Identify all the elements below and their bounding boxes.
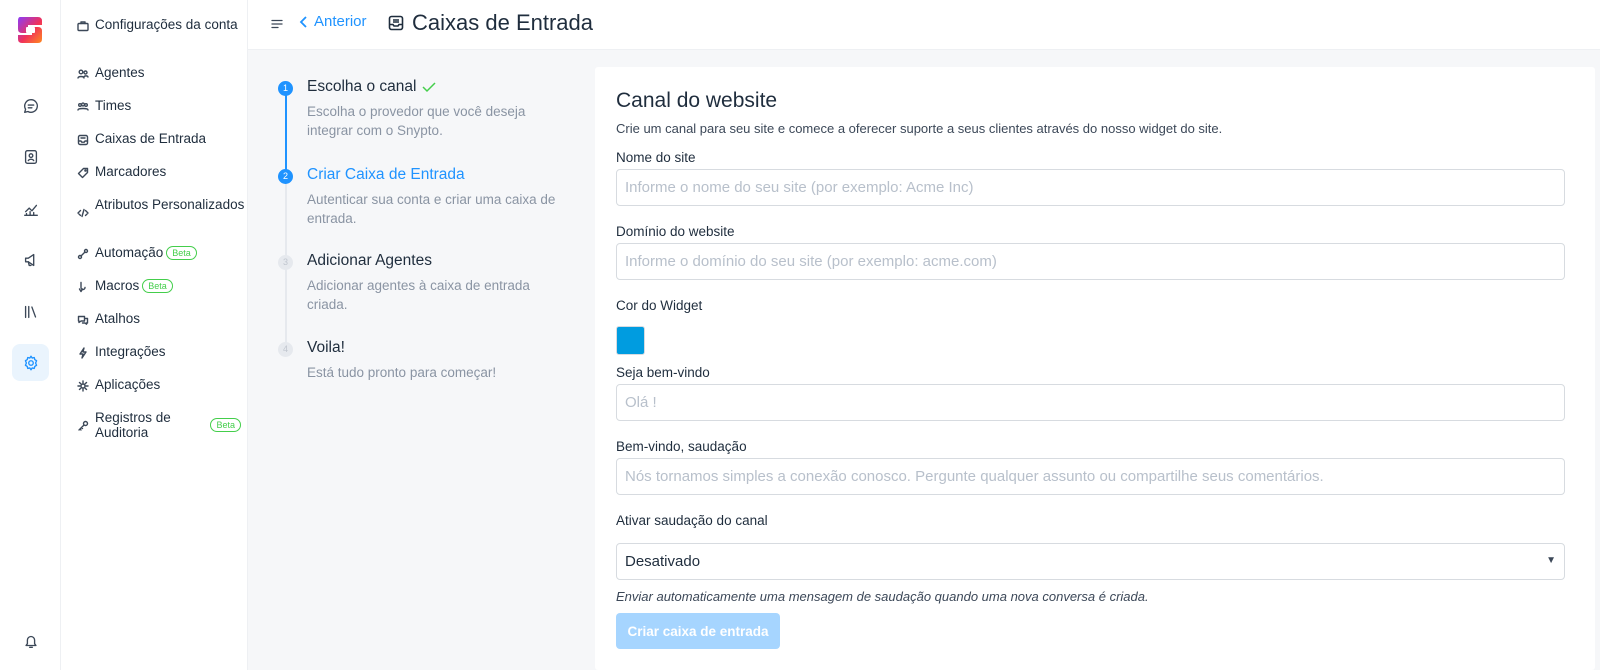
step-description: Está tudo pronto para começar! [307,365,497,380]
domain-label: Domínio do website [616,224,735,239]
back-label: Anterior [314,13,367,30]
reports-icon[interactable] [12,190,49,227]
people-icon [77,67,91,81]
inbox-icon [388,15,404,31]
step-connector [285,268,287,346]
tag-icon [77,166,91,180]
step-description: Adicionar agentes à caixa de entrada cri… [307,278,530,312]
welcome-title-label: Seja bem-vindo [616,365,710,380]
step-title: Adicionar Agentes [307,252,432,269]
code-icon [77,206,91,220]
sidebar-item-labels[interactable]: Marcadores [77,164,245,180]
step-title: Voila! [307,339,345,356]
conversations-icon[interactable] [12,87,49,124]
sidebar-item-automation[interactable]: Automação Beta [77,245,245,261]
sidebar-item-label: Caixas de Entrada [95,131,207,146]
domain-input[interactable] [616,243,1565,280]
flash-icon [77,346,91,360]
sidebar-item-label: Times [95,98,132,113]
step-number: 1 [278,81,293,96]
greeting-selected-value: Desativado [625,553,701,570]
sidebar-item-label: Integrações [95,344,166,359]
step-connector [285,182,287,262]
sidebar-item-canned-responses[interactable]: Atalhos [77,311,245,327]
settings-icon[interactable] [12,344,49,381]
step-description: Autenticar sua conta e criar uma caixa d… [307,192,556,226]
inbox-icon [77,133,91,147]
step-connector [285,94,287,174]
caret-down-icon: ▼ [1546,555,1556,566]
greeting-label: Ativar saudação do canal [616,513,768,528]
team-icon [77,100,91,114]
chevron-left-icon [299,15,307,28]
apps-icon [77,379,91,393]
sidebar-item-label: Aplicações [95,377,161,392]
form-description: Crie um canal para seu site e comece a o… [616,121,1223,136]
step-title: Escolha o canal [307,78,436,96]
beta-badge: Beta [210,418,241,432]
sidebar-item-macros[interactable]: Macros Beta [77,278,245,294]
menu-icon[interactable] [270,17,284,31]
sidebar-item-label: Registros de Auditoria [95,410,171,440]
macros-icon [77,280,91,294]
key-icon [77,419,91,433]
automation-icon [77,247,91,261]
sidebar-item-teams[interactable]: Times [77,98,245,114]
main-content: 1 Escolha o canal Escolha o provedor que… [248,50,1600,670]
sidebar-item-label: Automação Beta [95,245,197,261]
check-icon [422,82,436,93]
sidebar-item-applications[interactable]: Aplicações [77,377,245,393]
beta-badge: Beta [166,246,197,261]
widget-color-picker[interactable] [616,326,645,355]
library-icon[interactable] [12,293,49,330]
step-description: Escolha o provedor que você deseja integ… [307,104,526,138]
widget-color-label: Cor do Widget [616,298,703,313]
page-title: Caixas de Entrada [388,10,593,36]
notifications-icon[interactable] [12,622,49,659]
sidebar-item-label: Agentes [95,65,145,80]
campaigns-icon[interactable] [12,241,49,278]
sidebar-item-custom-attributes[interactable]: Atributos Personalizados [77,197,245,220]
sidebar-item-label: Atalhos [95,311,141,326]
sidebar-item-integrations[interactable]: Integrações [77,344,245,360]
page-header: Anterior Caixas de Entrada [248,0,1600,50]
welcome-tagline-label: Bem-vindo, saudação [616,439,747,454]
app-logo[interactable] [14,13,46,45]
beta-badge: Beta [142,279,173,294]
wizard-steps: 1 Escolha o canal Escolha o provedor que… [248,50,584,670]
step-number: 2 [278,169,293,184]
sidebar-item-label: Configurações da conta [95,17,238,32]
website-channel-form: Canal do website Crie um canal para seu … [595,67,1595,670]
form-title: Canal do website [616,89,778,112]
step-number: 3 [278,255,293,270]
greeting-help-text: Enviar automaticamente uma mensagem de s… [616,589,1149,604]
chat-icon [77,313,91,327]
page-title-text: Caixas de Entrada [412,10,593,35]
create-inbox-button[interactable]: Criar caixa de entrada [616,613,780,649]
sidebar-item-label: Macros Beta [95,278,173,294]
site-name-input[interactable] [616,169,1565,206]
step-number: 4 [278,342,293,357]
welcome-tagline-input[interactable] [616,458,1565,495]
site-name-label: Nome do site [616,150,696,165]
sidebar-item-label: Marcadores [95,164,167,179]
back-link[interactable]: Anterior [298,13,367,30]
contacts-icon[interactable] [12,138,49,175]
step-title: Criar Caixa de Entrada [307,166,465,183]
welcome-title-input[interactable] [616,384,1565,421]
sidebar-item-label: Atributos Personalizados [95,197,245,212]
briefcase-icon [77,19,91,33]
sidebar-item-account-settings[interactable]: Configurações da conta [77,17,245,33]
sidebar-item-audit-logs[interactable]: Registros de Auditoria Beta [77,410,245,440]
greeting-select[interactable]: Desativado ▼ [616,543,1565,580]
sidebar-item-inboxes[interactable]: Caixas de Entrada [77,131,245,147]
primary-nav-rail [0,0,61,670]
sidebar-item-agents[interactable]: Agentes [77,65,245,81]
settings-sidebar: Configurações da conta Agentes Times Cai… [61,0,248,670]
